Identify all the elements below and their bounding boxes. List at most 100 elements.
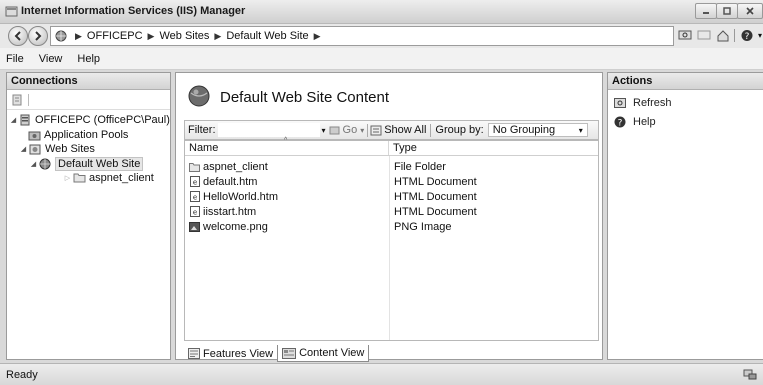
expand-icon[interactable]: ▷ (63, 174, 72, 182)
column-header-type[interactable]: Type (389, 141, 598, 155)
close-button[interactable] (737, 3, 763, 19)
globe-icon (55, 30, 67, 42)
group-by-value: No Grouping (492, 124, 556, 136)
connections-toolbar (7, 90, 170, 110)
column-label: Type (393, 142, 417, 154)
forward-arrow-icon (35, 31, 42, 41)
html-file-icon: e (189, 176, 200, 187)
item-type: PNG Image (394, 220, 452, 233)
list-header: ^ Name Type (185, 137, 598, 156)
show-all-label: Show All (384, 124, 427, 136)
stop-toolbar-button[interactable] (696, 28, 711, 42)
show-all-button[interactable]: Show All (370, 124, 426, 136)
action-help[interactable]: ? Help (614, 116, 656, 128)
connect-icon (12, 94, 22, 105)
refresh-toolbar-button[interactable] (677, 28, 692, 42)
html-file-icon: e (189, 206, 200, 217)
tab-features-view[interactable]: Features View (184, 345, 277, 362)
menu-bar: File View Help (0, 48, 763, 70)
group-by-select[interactable]: No Grouping ▾ (487, 123, 588, 137)
refresh-icon (678, 30, 691, 40)
list-item[interactable]: welcome.png PNG Image (185, 219, 598, 234)
show-all-icon (370, 125, 382, 135)
svg-text:e: e (192, 194, 196, 202)
view-tabs: Features View Content View (184, 345, 370, 362)
minimize-button[interactable] (695, 3, 717, 19)
go-button[interactable]: Go ▾ (329, 124, 364, 136)
window-title: Internet Information Services (IIS) Mana… (21, 5, 246, 17)
help-dropdown-icon[interactable]: ▾ (758, 31, 762, 40)
help-icon: ? (614, 116, 626, 128)
breadcrumb-default-web-site[interactable]: Default Web Site (226, 30, 308, 42)
tree-label: Application Pools (44, 128, 129, 141)
tree-label: aspnet_client (89, 171, 154, 184)
status-text: Ready (6, 368, 38, 381)
actions-header: Actions (608, 73, 763, 90)
filter-dropdown-icon[interactable]: ▾ (322, 126, 326, 135)
maximize-button[interactable] (716, 3, 738, 19)
tree-label: Web Sites (45, 142, 95, 155)
collapse-icon[interactable]: ◢ (19, 145, 28, 153)
sort-ascending-icon: ^ (284, 137, 288, 144)
tree-label: Default Web Site (55, 156, 144, 171)
back-arrow-icon (14, 31, 21, 41)
stop-icon (697, 30, 710, 40)
item-type: File Folder (394, 160, 446, 173)
action-label: Refresh (633, 97, 672, 109)
group-by-label: Group by: (435, 124, 484, 136)
maximize-icon (723, 7, 731, 15)
filter-bar: Filter: ▾ Go ▾ Show All Group by: No Gro… (184, 120, 599, 140)
address-bar: ▶ OFFICEPC ▶ Web Sites ▶ Default Web Sit… (0, 24, 763, 48)
column-label: Name (189, 142, 219, 154)
item-name: HelloWorld.htm (203, 190, 278, 203)
breadcrumb-officepc[interactable]: OFFICEPC (87, 30, 143, 42)
tree-node-web-sites[interactable]: ◢ Web Sites (19, 142, 95, 155)
breadcrumb-separator: ▶ (147, 30, 155, 41)
action-label: Help (633, 116, 656, 128)
list-body: aspnet_client File Folder e default.htm … (185, 156, 598, 340)
folder-icon (189, 161, 200, 172)
server-icon (18, 114, 32, 126)
collapse-icon[interactable]: ◢ (9, 116, 18, 124)
menu-file[interactable]: File (6, 53, 24, 65)
tab-content-view[interactable]: Content View (277, 345, 370, 362)
toolbar-separator (430, 123, 432, 137)
toolbar-separator (367, 123, 369, 137)
back-button[interactable] (8, 26, 28, 46)
list-item[interactable]: e HelloWorld.htm HTML Document (185, 189, 598, 204)
column-header-name[interactable]: ^ Name (185, 137, 389, 155)
item-name: aspnet_client (203, 160, 268, 173)
list-item[interactable]: e default.htm HTML Document (185, 174, 598, 189)
breadcrumb-separator: ▶ (313, 30, 321, 41)
breadcrumb-web-sites[interactable]: Web Sites (159, 30, 209, 42)
item-type: HTML Document (394, 205, 477, 218)
tree-node-default-web-site[interactable]: ◢ Default Web Site (29, 156, 144, 171)
features-view-icon (188, 348, 200, 359)
breadcrumb[interactable]: ▶ OFFICEPC ▶ Web Sites ▶ Default Web Sit… (50, 26, 674, 46)
filter-input[interactable] (217, 123, 320, 137)
action-refresh[interactable]: Refresh (614, 97, 672, 109)
menu-view[interactable]: View (39, 53, 63, 65)
tree-node-application-pools[interactable]: Application Pools (27, 128, 128, 141)
home-toolbar-button[interactable] (715, 28, 730, 42)
list-item[interactable]: aspnet_client File Folder (185, 159, 598, 174)
content-list: ^ Name Type aspnet_client File Folder e … (184, 137, 599, 341)
list-item[interactable]: e iisstart.htm HTML Document (185, 204, 598, 219)
connect-button[interactable] (11, 94, 23, 106)
tree-node-server[interactable]: ◢ OFFICEPC (OfficePC\Paul) (9, 113, 170, 126)
content-panel: Default Web Site Content Filter: ▾ Go ▾ … (175, 72, 603, 362)
tree-node-aspnet-client[interactable]: ▷ aspnet_client (63, 171, 154, 184)
minimize-icon (703, 12, 709, 14)
app-pool-icon (27, 129, 41, 141)
iis-app-icon (5, 5, 18, 18)
content-view-icon (282, 347, 297, 359)
forward-button[interactable] (28, 26, 48, 46)
menu-help[interactable]: Help (77, 53, 100, 65)
collapse-icon[interactable]: ◢ (29, 160, 38, 168)
item-name: default.htm (203, 175, 258, 188)
help-toolbar-button[interactable]: ? (739, 28, 754, 42)
html-file-icon: e (189, 191, 200, 202)
connections-header: Connections (7, 73, 170, 90)
svg-text:e: e (192, 209, 196, 217)
svg-text:e: e (192, 179, 196, 187)
